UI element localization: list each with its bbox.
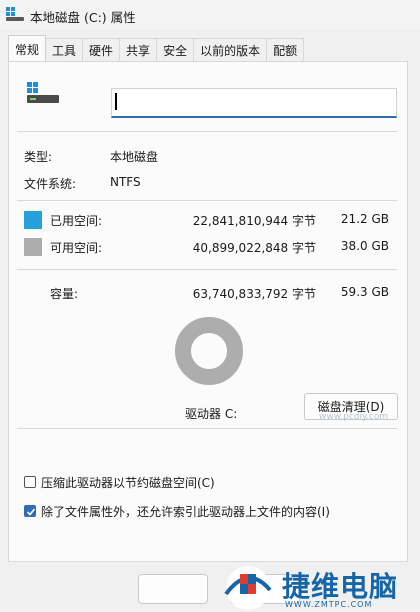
divider [17,428,397,429]
watermark-brand: 捷维电脑 [282,570,399,603]
filesystem-value: NTFS [110,175,141,189]
compress-checkbox[interactable] [24,476,36,488]
free-space-ring [175,317,243,385]
drive-icon [6,7,24,21]
tab-previous-versions[interactable]: 以前的版本 [194,38,268,62]
watermark-logo-icon [224,566,272,610]
used-space-gb: 21.2 GB [340,212,389,226]
used-space-label: 已用空间: [50,214,103,228]
compress-label[interactable]: 压缩此驱动器以节约磁盘空间(C) [41,474,215,491]
capacity-bytes: 63,740,833,792 字节 [192,287,316,301]
tab-quota[interactable]: 配额 [267,38,305,62]
type-label: 类型: [24,150,53,164]
type-value: 本地磁盘 [110,150,159,164]
tab-strip: 常规 工具 硬件 共享 安全 以前的版本 配额 [8,35,305,62]
tab-hardware[interactable]: 硬件 [83,38,121,62]
tab-security[interactable]: 安全 [157,38,195,62]
volume-name-input[interactable] [111,88,397,118]
tab-tools[interactable]: 工具 [46,38,84,62]
free-space-gb: 38.0 GB [340,239,389,253]
drive-icon [27,82,59,103]
divider [17,200,397,201]
tab-sharing[interactable]: 共享 [120,38,158,62]
disk-usage-donut [175,317,243,385]
title-bar[interactable]: 本地磁盘 (C:) 属性 [0,0,420,30]
general-panel: 类型: 本地磁盘 文件系统: NTFS 已用空间: 22,841,810,944… [8,61,408,562]
window-title: 本地磁盘 (C:) 属性 [30,10,136,25]
free-space-bytes: 40,899,022,848 字节 [192,241,316,255]
watermark-faint-text: www.pcdiy.com [319,412,389,422]
index-checkbox[interactable] [24,505,36,517]
ok-button[interactable] [138,574,208,604]
divider [17,131,397,132]
divider [17,269,397,270]
tab-general[interactable]: 常规 [8,35,47,62]
drive-letter-label: 驱动器 C: [185,407,238,421]
free-space-swatch [24,238,42,256]
used-space-swatch [24,211,42,229]
used-space-bytes: 22,841,810,944 字节 [192,214,316,228]
filesystem-label: 文件系统: [24,177,77,191]
text-caret [115,93,117,110]
capacity-label: 容量: [50,287,79,301]
checkmark-icon [26,508,36,516]
index-label[interactable]: 除了文件属性外，还允许索引此驱动器上文件的内容(I) [41,503,330,520]
free-space-label: 可用空间: [50,241,103,255]
capacity-gb: 59.3 GB [340,285,389,299]
watermark-url: WWW.ZMTPC.COM [285,600,373,609]
